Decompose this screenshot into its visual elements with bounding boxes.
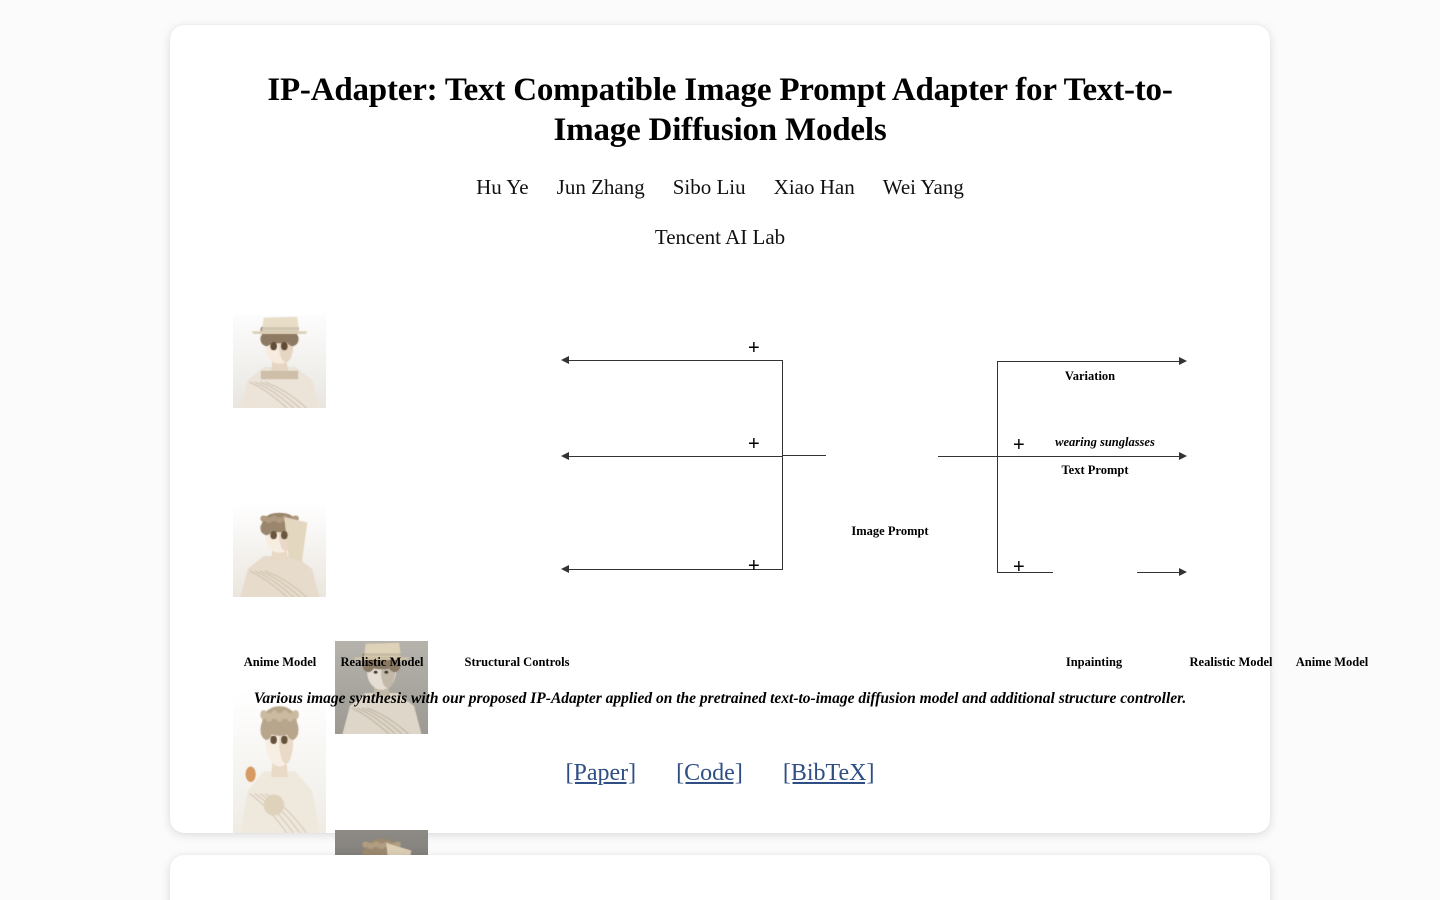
connector-right-variation (997, 361, 1182, 363)
figure-image-anime-pearl (233, 504, 326, 597)
author-name: Jun Zhang (556, 175, 645, 199)
plus-sign-left-1: + (748, 337, 760, 359)
arrow-left-row2 (561, 452, 569, 460)
connector-center-to-right (938, 456, 998, 458)
secondary-card (170, 855, 1270, 900)
connector-right-textprompt (997, 456, 1182, 458)
connector-right-inpainting-out (1137, 572, 1182, 574)
figure-label-anime-model-right: Anime Model (1295, 655, 1369, 669)
figure-label-inpainting: Inpainting (1065, 655, 1123, 669)
figure-image-anime-hat (233, 315, 326, 408)
affiliation: Tencent AI Lab (654, 225, 786, 249)
figure-label-variation: Variation (1064, 369, 1116, 383)
arrow-left-row1 (561, 356, 569, 364)
figure-label-structural-controls: Structural Controls (464, 655, 570, 669)
paper-header-card: IP-Adapter: Text Compatible Image Prompt… (170, 25, 1368, 900)
plus-sign-right-text: + (1013, 434, 1025, 456)
connector-left-bus-to-center (782, 455, 826, 457)
author-name: Xiao Han (773, 175, 855, 199)
author-list: Hu Ye Jun Zhang Sibo Liu Xiao Han Wei Yang (230, 175, 1210, 200)
paper-link[interactable]: [Paper] (566, 760, 637, 787)
arrow-right-textprompt (1179, 452, 1187, 460)
figure-label-image-prompt: Image Prompt (851, 524, 929, 538)
page-title: IP-Adapter: Text Compatible Image Prompt… (267, 72, 1173, 149)
arrow-right-variation (1179, 357, 1187, 365)
code-link[interactable]: [Code] (676, 760, 743, 787)
connector-left-vertical (782, 360, 784, 570)
arrow-left-row3 (561, 565, 569, 573)
connector-left-row2 (568, 456, 783, 458)
link-row: [Paper] [Code] [BibTeX] (230, 760, 1210, 787)
page-root: IP-Adapter: Text Compatible Image Prompt… (0, 0, 1440, 900)
connector-left-row1 (568, 360, 783, 362)
teaser-figure: + + + Image Prompt + + Variation wearing… (170, 280, 1368, 900)
arrow-right-inpainting (1179, 568, 1187, 576)
figure-caption: Various image synthesis with our propose… (253, 690, 1187, 707)
bibtex-link[interactable]: [BibTeX] (783, 760, 875, 787)
figure-label-realistic-model-left: Realistic Model (340, 655, 424, 669)
figure-label-text-prompt: Text Prompt (1061, 463, 1129, 477)
connector-right-inpainting (997, 572, 1053, 574)
author-name: Wei Yang (882, 175, 964, 199)
figure-label-text-prompt-value: wearing sunglasses (1055, 435, 1155, 449)
author-name: Sibo Liu (672, 175, 746, 199)
plus-sign-left-2: + (748, 433, 760, 455)
author-name: Hu Ye (476, 175, 529, 199)
plus-sign-left-3: + (748, 555, 760, 577)
plus-sign-right-inpainting: + (1013, 556, 1025, 578)
connector-right-vertical (997, 361, 999, 573)
